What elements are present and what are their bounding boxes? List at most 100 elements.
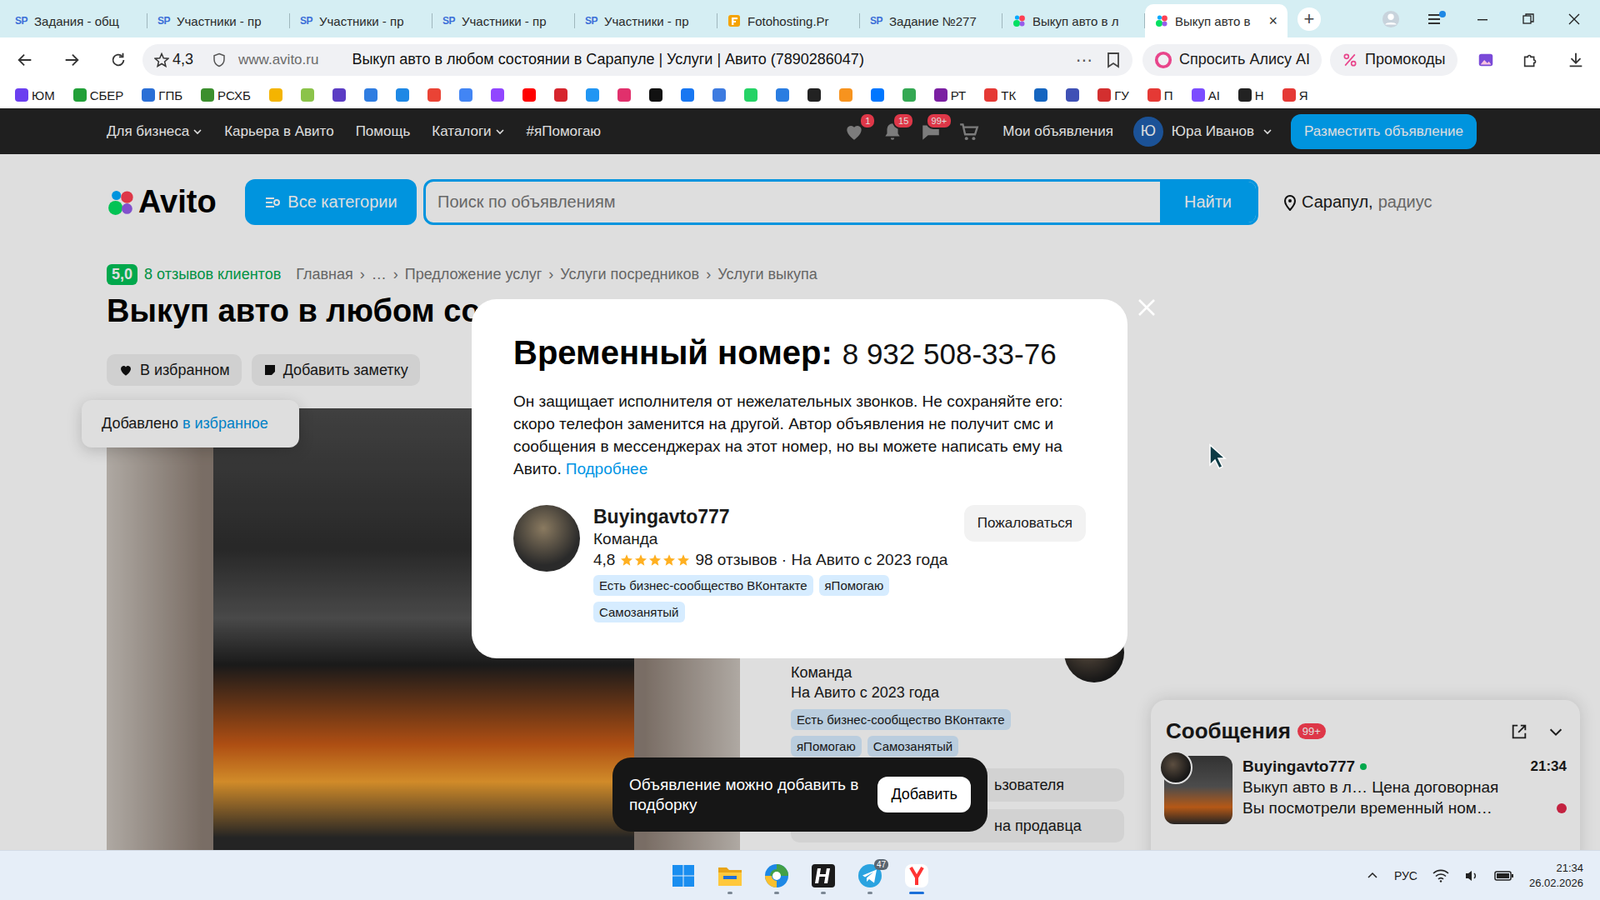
bookmark[interactable] [427, 88, 441, 102]
alice-button[interactable]: Спросить Алису AI [1142, 44, 1322, 76]
browser-tab[interactable]: SPУчастники - пр [575, 4, 718, 38]
minimize-icon[interactable] [1470, 7, 1495, 31]
bookmark[interactable] [839, 88, 853, 102]
more-button[interactable]: ⋯ [1075, 50, 1093, 70]
browser-tab[interactable]: SPУчастники - пр [432, 4, 575, 38]
temporary-number-modal: Временный номер: 8 932 508-33-76 Он защи… [471, 299, 1128, 659]
seller-rating: 4,8 98 отзывов · На Авито с 2023 года [593, 549, 951, 570]
bookmark[interactable]: ЮМ [15, 88, 55, 103]
browser-tab[interactable]: SPЗадание №277 [860, 4, 1003, 38]
unread-badge: 47 [874, 859, 889, 870]
seller-avatar[interactable] [513, 505, 580, 572]
browser-tab[interactable]: Выкуп авто в л [1002, 4, 1145, 38]
bookmark[interactable] [807, 88, 821, 102]
bookmark[interactable]: ТК [984, 88, 1016, 103]
toast-text: Объявление можно добавить в подборку [629, 775, 866, 815]
browser-tab[interactable]: Fotohosting.Pr [717, 4, 860, 38]
bookmark[interactable] [649, 88, 663, 102]
bookmark[interactable] [554, 88, 568, 102]
browser-tab[interactable]: Выкуп авто в× [1145, 4, 1288, 38]
tab-title: Участники - пр [604, 14, 689, 29]
browser-tab[interactable]: SPЗадания - общ [5, 4, 148, 38]
bookmark-favicon-icon [332, 88, 346, 102]
download-icon[interactable] [1564, 48, 1588, 72]
start-app-icon[interactable] [666, 857, 700, 895]
new-tab-button[interactable]: + [1297, 7, 1321, 31]
bookmark[interactable] [269, 88, 283, 102]
bookmark-favicon-icon [712, 88, 726, 102]
bookmark[interactable] [712, 88, 726, 102]
input-language[interactable]: РУС [1394, 869, 1418, 883]
bookmark[interactable]: СБЕР [73, 88, 125, 103]
site-rating[interactable]: 4,3 [154, 50, 194, 69]
bookmarks-bar: ЮМ СБЕР ГПБ РСХБ РТ ТК ГУ П AI Н Я [0, 81, 1600, 109]
tray-chevron-icon[interactable] [1365, 869, 1380, 883]
more-link[interactable]: Подробнее [565, 460, 649, 478]
toast-add-button[interactable]: Добавить [877, 776, 971, 813]
browser-tab[interactable]: SPУчастники - пр [147, 4, 290, 38]
bookmark[interactable]: РТ [934, 88, 967, 103]
bookmark[interactable] [1065, 88, 1080, 102]
bookmark[interactable]: ГПБ [141, 88, 183, 103]
explorer-app-icon[interactable] [713, 857, 747, 895]
h-app-app-icon[interactable] [806, 857, 840, 895]
tab-close-button[interactable]: × [1268, 12, 1278, 30]
bookmark[interactable]: AI [1191, 88, 1220, 103]
bookmark[interactable] [744, 88, 758, 102]
bookmark[interactable] [775, 88, 790, 102]
volume-icon[interactable] [1464, 869, 1480, 883]
close-window-icon[interactable] [1562, 7, 1586, 31]
promo-button[interactable]: Промокоды [1330, 44, 1457, 76]
bookmark[interactable] [332, 88, 346, 102]
seller-name[interactable]: Buyingavto777 [593, 505, 951, 529]
tab-menu-icon[interactable] [1425, 7, 1449, 31]
wifi-icon[interactable] [1432, 869, 1450, 883]
bookmark[interactable] [490, 88, 505, 102]
bookmark[interactable]: ГУ [1097, 88, 1130, 103]
running-indicator [867, 891, 873, 895]
back-icon[interactable] [13, 48, 37, 72]
bookmark[interactable] [364, 88, 378, 102]
extensions-icon[interactable] [1519, 48, 1543, 72]
bookmark[interactable] [617, 88, 631, 102]
reload-icon[interactable] [106, 48, 130, 72]
browser-tab-strip: SPЗадания - общSPУчастники - прSPУчастни… [0, 0, 1600, 38]
shield-icon[interactable] [211, 52, 227, 68]
taskbar-apps: 47 [666, 857, 934, 895]
edge-app-icon[interactable] [760, 857, 794, 895]
bookmark[interactable] [300, 88, 315, 102]
avito-logo-icon [1155, 14, 1169, 28]
battery-icon[interactable] [1494, 870, 1515, 882]
browser-tab[interactable]: SPУчастники - пр [290, 4, 433, 38]
bookmark[interactable]: П [1147, 88, 1174, 103]
bookmark[interactable] [870, 88, 885, 102]
bookmark-icon[interactable] [1105, 51, 1121, 69]
bookmark[interactable] [680, 88, 695, 102]
star-icon [676, 553, 690, 567]
temporary-phone[interactable]: 8 932 508-33-76 [842, 337, 1057, 371]
profile-icon[interactable] [1379, 7, 1403, 31]
address-bar[interactable]: 4,3 www.avito.ru Выкуп авто в любом сост… [142, 44, 1133, 76]
bookmark-favicon-icon [1238, 88, 1252, 102]
bookmark-label: ЮМ [31, 88, 55, 103]
forward-icon[interactable] [60, 48, 84, 72]
close-modal-icon[interactable] [1135, 295, 1159, 320]
taskbar: 47 РУС 21:34 26.02.2026 [0, 850, 1600, 900]
bookmark[interactable]: Н [1238, 88, 1265, 103]
bookmark[interactable]: Я [1282, 88, 1309, 103]
clock[interactable]: 21:34 26.02.2026 [1529, 860, 1584, 891]
bookmark[interactable]: РСХБ [200, 88, 251, 103]
seller-reviews[interactable]: 98 отзывов · На Авито с 2023 года [695, 549, 948, 570]
telegram-app-icon[interactable]: 47 [853, 857, 887, 895]
bookmark[interactable] [585, 88, 600, 102]
yandex-app-icon[interactable] [900, 857, 934, 895]
bookmark[interactable] [522, 88, 536, 102]
bookmark[interactable] [459, 88, 473, 102]
bookmark-favicon-icon [1065, 88, 1080, 102]
bookmark[interactable] [1034, 88, 1048, 102]
restore-icon[interactable] [1516, 7, 1540, 31]
bookmark[interactable] [902, 88, 916, 102]
report-button[interactable]: Пожаловаться [964, 505, 1086, 542]
image-icon[interactable] [1474, 48, 1498, 72]
bookmark[interactable] [395, 88, 410, 102]
